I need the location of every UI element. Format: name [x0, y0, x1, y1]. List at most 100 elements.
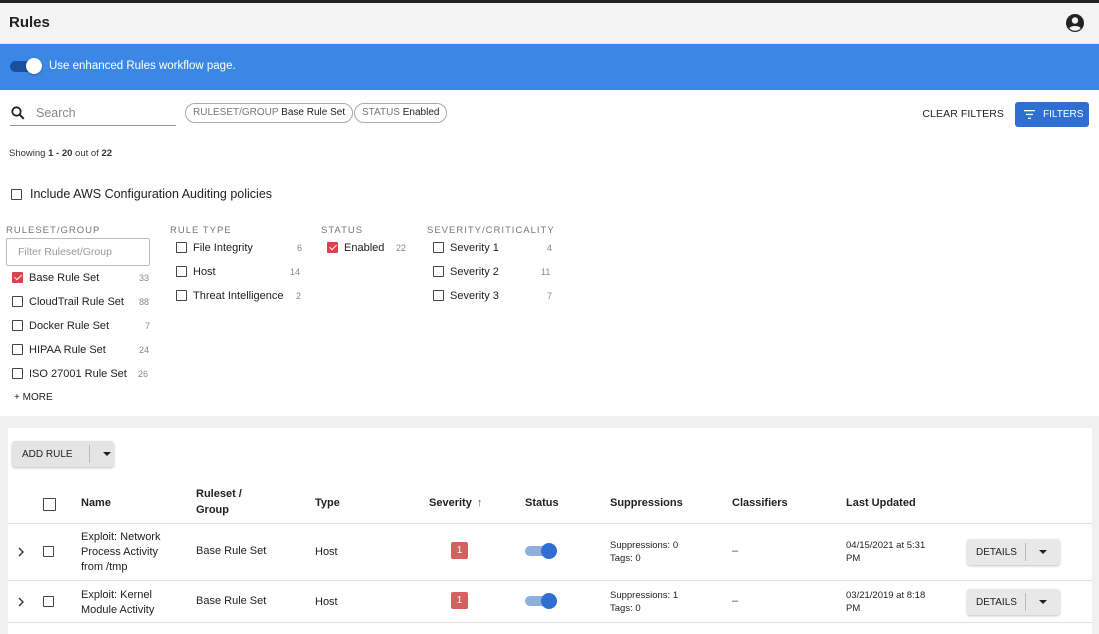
- facet-option-cloudtrail-rule-set[interactable]: CloudTrail Rule Set 88: [12, 295, 149, 308]
- chevron-down-icon[interactable]: [103, 452, 111, 456]
- facet-option-enabled[interactable]: Enabled 22: [327, 241, 406, 254]
- option-label: Enabled: [344, 242, 385, 254]
- enhanced-workflow-toggle[interactable]: [10, 58, 42, 74]
- column-header-severity[interactable]: Severity ↑: [429, 497, 482, 509]
- button-divider: [1025, 593, 1026, 611]
- rule-type: Host: [315, 596, 338, 608]
- option-label: Severity 2: [450, 266, 499, 278]
- toggle-knob: [541, 543, 557, 559]
- facet-option-iso-27001-rule-set[interactable]: ISO 27001 Rule Set 26: [12, 367, 148, 380]
- filter-chip-status[interactable]: STATUS Enabled: [354, 103, 448, 123]
- row-checkbox[interactable]: [43, 596, 54, 607]
- details-label: DETAILS: [976, 597, 1017, 608]
- column-header-classifiers[interactable]: Classifiers: [732, 497, 788, 509]
- rule-name-line: Exploit: Kernel: [81, 589, 152, 601]
- chevron-down-icon[interactable]: [1039, 600, 1047, 604]
- facet-option-severity-2[interactable]: Severity 2 11: [433, 265, 550, 278]
- option-checkbox[interactable]: [12, 343, 23, 355]
- showing-range: 1 - 20: [48, 148, 73, 159]
- rule-status-toggle[interactable]: [525, 543, 557, 559]
- column-header-suppressions[interactable]: Suppressions: [610, 497, 683, 509]
- option-checkbox[interactable]: [433, 265, 444, 277]
- banner-text: Use enhanced Rules workflow page.: [49, 60, 236, 72]
- row-divider: [8, 622, 1092, 623]
- option-checkbox[interactable]: [327, 241, 338, 253]
- rule-classifiers: –: [732, 595, 739, 607]
- option-label: File Integrity: [193, 242, 253, 254]
- rule-name[interactable]: Exploit: Network Process Activity from /…: [81, 530, 160, 575]
- option-checkbox[interactable]: [176, 265, 187, 277]
- details-button[interactable]: DETAILS: [967, 539, 1060, 565]
- facet-option-host[interactable]: Host 14: [176, 265, 300, 278]
- aws-config-label: Include AWS Configuration Auditing polic…: [30, 187, 273, 201]
- rule-name-line: from /tmp: [81, 561, 128, 573]
- last-updated-line: 04/15/2021 at 5:31: [846, 540, 926, 551]
- details-label: DETAILS: [976, 547, 1017, 558]
- sort-ascending-icon[interactable]: ↑: [477, 497, 483, 509]
- option-checkbox[interactable]: [12, 271, 23, 283]
- column-header-status[interactable]: Status: [525, 497, 559, 509]
- rule-name[interactable]: Exploit: Kernel Module Activity: [81, 588, 154, 618]
- option-count: 14: [290, 267, 301, 277]
- toggle-knob: [26, 58, 42, 74]
- search-icon: [11, 106, 25, 120]
- option-count: 4: [547, 243, 553, 253]
- facet-option-file-integrity[interactable]: File Integrity 6: [176, 241, 302, 254]
- severity-badge: 1: [451, 592, 468, 609]
- option-count: 22: [396, 243, 407, 253]
- aws-config-checkbox[interactable]: [11, 189, 22, 201]
- column-header-type[interactable]: Type: [315, 497, 340, 509]
- table-gutter-left: [0, 416, 8, 634]
- option-count: 88: [139, 297, 150, 307]
- option-count: 33: [139, 273, 150, 283]
- option-count: 24: [139, 345, 150, 355]
- column-header-ruleset-line2[interactable]: Group: [196, 504, 229, 516]
- rule-ruleset: Base Rule Set: [196, 595, 267, 607]
- column-header-ruleset-line1[interactable]: Ruleset /: [196, 488, 242, 500]
- account-circle-icon[interactable]: [1065, 13, 1085, 33]
- add-rule-button[interactable]: ADD RULE: [12, 441, 114, 467]
- column-header-last-updated[interactable]: Last Updated: [846, 497, 916, 509]
- details-button[interactable]: DETAILS: [967, 589, 1060, 615]
- filter-lines-icon: [1024, 110, 1035, 119]
- chevron-down-icon[interactable]: [1039, 550, 1047, 554]
- option-label: HIPAA Rule Set: [29, 344, 106, 356]
- option-count: 7: [145, 321, 151, 331]
- facet-option-severity-1[interactable]: Severity 1 4: [433, 241, 552, 254]
- facet-option-docker-rule-set[interactable]: Docker Rule Set 7: [12, 319, 150, 332]
- rule-status-toggle[interactable]: [525, 593, 557, 609]
- select-all-checkbox[interactable]: [43, 498, 56, 512]
- ruleset-filter-input[interactable]: [7, 239, 149, 265]
- option-checkbox[interactable]: [433, 241, 444, 253]
- search-input[interactable]: [36, 104, 174, 122]
- filters-button[interactable]: FILTERS: [1015, 102, 1089, 127]
- option-checkbox[interactable]: [12, 295, 23, 307]
- chip-value: Enabled: [402, 107, 440, 118]
- option-checkbox[interactable]: [12, 367, 23, 379]
- toggle-knob: [541, 593, 557, 609]
- facet-option-base-rule-set[interactable]: Base Rule Set 33: [12, 271, 149, 284]
- row-checkbox[interactable]: [43, 546, 54, 557]
- column-header-name[interactable]: Name: [81, 497, 111, 509]
- more-rulesets-link[interactable]: + MORE: [14, 392, 53, 403]
- page-header: Rules: [0, 3, 1099, 44]
- option-count: 7: [547, 291, 553, 301]
- facet-heading-status: STATUS: [321, 225, 364, 236]
- showing-total: 22: [101, 148, 113, 159]
- filter-chip-ruleset[interactable]: RULESET/GROUP Base Rule Set: [185, 103, 354, 123]
- chevron-right-icon[interactable]: [16, 597, 26, 607]
- option-label: ISO 27001 Rule Set: [29, 368, 127, 380]
- rule-name-line: Process Activity: [81, 546, 159, 558]
- chevron-right-icon[interactable]: [16, 547, 26, 557]
- option-checkbox[interactable]: [12, 319, 23, 331]
- facet-option-threat-intelligence[interactable]: Threat Intelligence 2: [176, 289, 301, 302]
- option-checkbox[interactable]: [176, 289, 187, 301]
- facet-option-hipaa-rule-set[interactable]: HIPAA Rule Set 24: [12, 343, 149, 356]
- rule-suppressions: Suppressions: 0 Tags: 0: [610, 539, 678, 565]
- clear-filters-button[interactable]: CLEAR FILTERS: [922, 108, 1004, 120]
- search-box: [10, 104, 176, 126]
- option-checkbox[interactable]: [176, 241, 187, 253]
- facet-option-severity-3[interactable]: Severity 3 7: [433, 289, 552, 302]
- aws-config-option[interactable]: Include AWS Configuration Auditing polic…: [11, 187, 272, 201]
- option-checkbox[interactable]: [433, 289, 444, 301]
